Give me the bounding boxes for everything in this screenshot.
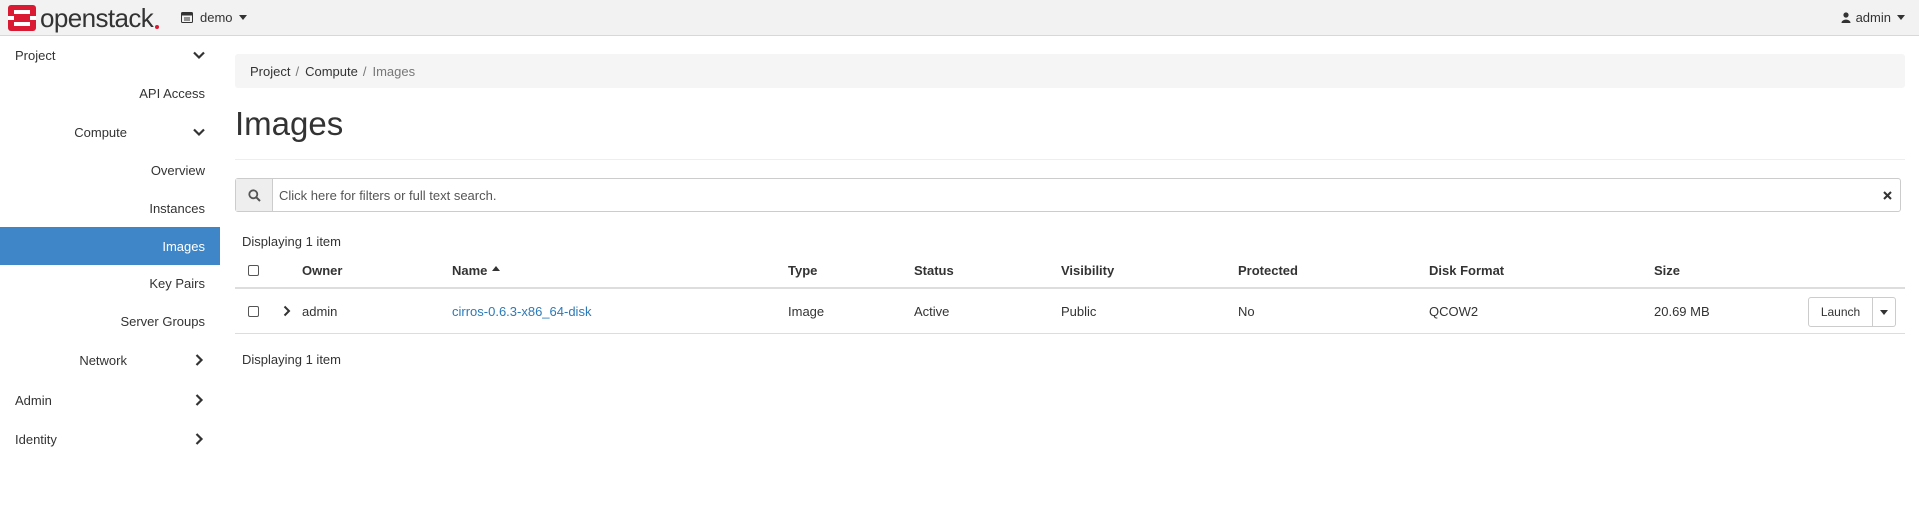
sidebar: Project API Access Compute Overview Inst… — [0, 36, 220, 518]
search-input[interactable] — [273, 179, 1874, 211]
column-header-owner[interactable]: Owner — [302, 253, 342, 287]
sidebar-item-label: Overview — [150, 162, 205, 178]
column-header-protected[interactable]: Protected — [1238, 253, 1298, 287]
breadcrumb-images: Images — [372, 63, 416, 79]
caret-down-icon — [238, 14, 247, 20]
title-divider — [235, 159, 1905, 160]
column-header-size[interactable]: Size — [1654, 253, 1680, 287]
chevron-down-icon — [193, 51, 205, 60]
cell-status: Active — [914, 303, 950, 319]
sidebar-item-instances[interactable]: Instances — [0, 189, 220, 227]
user-name: admin — [1855, 9, 1891, 25]
caret-down-icon — [1880, 309, 1888, 315]
expand-row-toggle[interactable] — [282, 289, 292, 333]
breadcrumb: Project / Compute / Images — [235, 54, 1905, 88]
cell-protected: No — [1238, 303, 1255, 319]
project-name: demo — [200, 9, 233, 25]
sidebar-item-server-groups[interactable]: Server Groups — [0, 302, 220, 340]
cell-disk-format: QCOW2 — [1429, 303, 1479, 319]
openstack-logo-icon — [8, 5, 36, 31]
caret-down-icon — [1897, 14, 1905, 20]
sidebar-item-label: Admin — [15, 392, 52, 408]
user-menu[interactable]: admin — [1841, 0, 1905, 34]
sidebar-item-label: Images — [162, 238, 205, 254]
column-header-visibility[interactable]: Visibility — [1061, 253, 1114, 287]
chevron-right-icon — [283, 305, 291, 317]
chevron-right-icon — [195, 394, 204, 406]
sidebar-item-label: Key Pairs — [149, 275, 205, 291]
item-count-bottom: Displaying 1 item — [242, 352, 341, 367]
row-actions: Launch — [1808, 297, 1896, 327]
sidebar-item-key-pairs[interactable]: Key Pairs — [0, 264, 220, 302]
select-all-checkbox-cell — [248, 253, 259, 287]
search-bar — [235, 178, 1901, 212]
more-actions-dropdown[interactable] — [1873, 297, 1896, 327]
column-header-name-label: Name — [452, 262, 488, 278]
sort-ascending-icon — [492, 266, 501, 271]
sidebar-item-label: Compute — [74, 124, 127, 140]
chevron-right-icon — [195, 354, 204, 366]
column-header-disk-format[interactable]: Disk Format — [1429, 253, 1504, 287]
project-switcher[interactable]: demo — [181, 0, 247, 34]
cell-type: Image — [788, 303, 825, 319]
sidebar-item-label: Network — [79, 352, 127, 368]
sidebar-item-label: Server Groups — [120, 313, 205, 329]
brand-dot — [155, 25, 160, 29]
breadcrumb-separator: / — [362, 63, 367, 79]
cell-owner: admin — [302, 303, 338, 319]
breadcrumb-compute[interactable]: Compute — [305, 64, 358, 79]
item-count-top: Displaying 1 item — [242, 234, 341, 249]
chevron-down-icon — [193, 128, 205, 137]
sidebar-item-project[interactable]: Project — [0, 36, 220, 74]
sidebar-item-identity[interactable]: Identity — [0, 420, 220, 458]
brand-name: openstack — [40, 3, 154, 33]
sidebar-item-images[interactable]: Images — [0, 227, 220, 265]
sidebar-item-api-access[interactable]: API Access — [0, 74, 220, 112]
row-checkbox-cell — [248, 289, 259, 333]
sidebar-item-label: Instances — [149, 200, 205, 216]
launch-button[interactable]: Launch — [1808, 297, 1873, 327]
row-checkbox[interactable] — [248, 305, 259, 317]
search-icon — [236, 179, 273, 211]
cell-size: 20.69 MB — [1654, 303, 1710, 319]
breadcrumb-project[interactable]: Project — [250, 64, 290, 79]
sidebar-item-network[interactable]: Network — [0, 341, 220, 379]
select-all-checkbox[interactable] — [248, 264, 259, 276]
table-row: admin cirros-0.6.3-x86_64-disk Image Act… — [235, 289, 1905, 334]
column-header-name[interactable]: Name — [452, 253, 501, 287]
column-header-status[interactable]: Status — [914, 253, 954, 287]
table-header: Owner Name Type Status Visibility Protec… — [235, 253, 1905, 289]
sidebar-item-label: Project — [15, 47, 56, 63]
sidebar-item-label: Identity — [15, 431, 57, 447]
chevron-right-icon — [195, 433, 204, 445]
sidebar-item-compute[interactable]: Compute — [0, 113, 220, 151]
page-title: Images — [235, 105, 344, 142]
clear-search-icon[interactable] — [1874, 179, 1900, 211]
project-folder-icon — [181, 11, 193, 23]
user-icon — [1841, 11, 1851, 23]
sidebar-item-admin[interactable]: Admin — [0, 381, 220, 419]
breadcrumb-separator: / — [295, 63, 300, 79]
column-header-type[interactable]: Type — [788, 253, 817, 287]
image-name-link[interactable]: cirros-0.6.3-x86_64-disk — [452, 289, 591, 333]
cell-visibility: Public — [1061, 303, 1097, 319]
sidebar-item-label: API Access — [139, 85, 205, 101]
sidebar-item-overview[interactable]: Overview — [0, 151, 220, 189]
openstack-logo[interactable]: openstack — [8, 3, 160, 33]
top-navbar: openstack demo admin — [0, 0, 1919, 36]
